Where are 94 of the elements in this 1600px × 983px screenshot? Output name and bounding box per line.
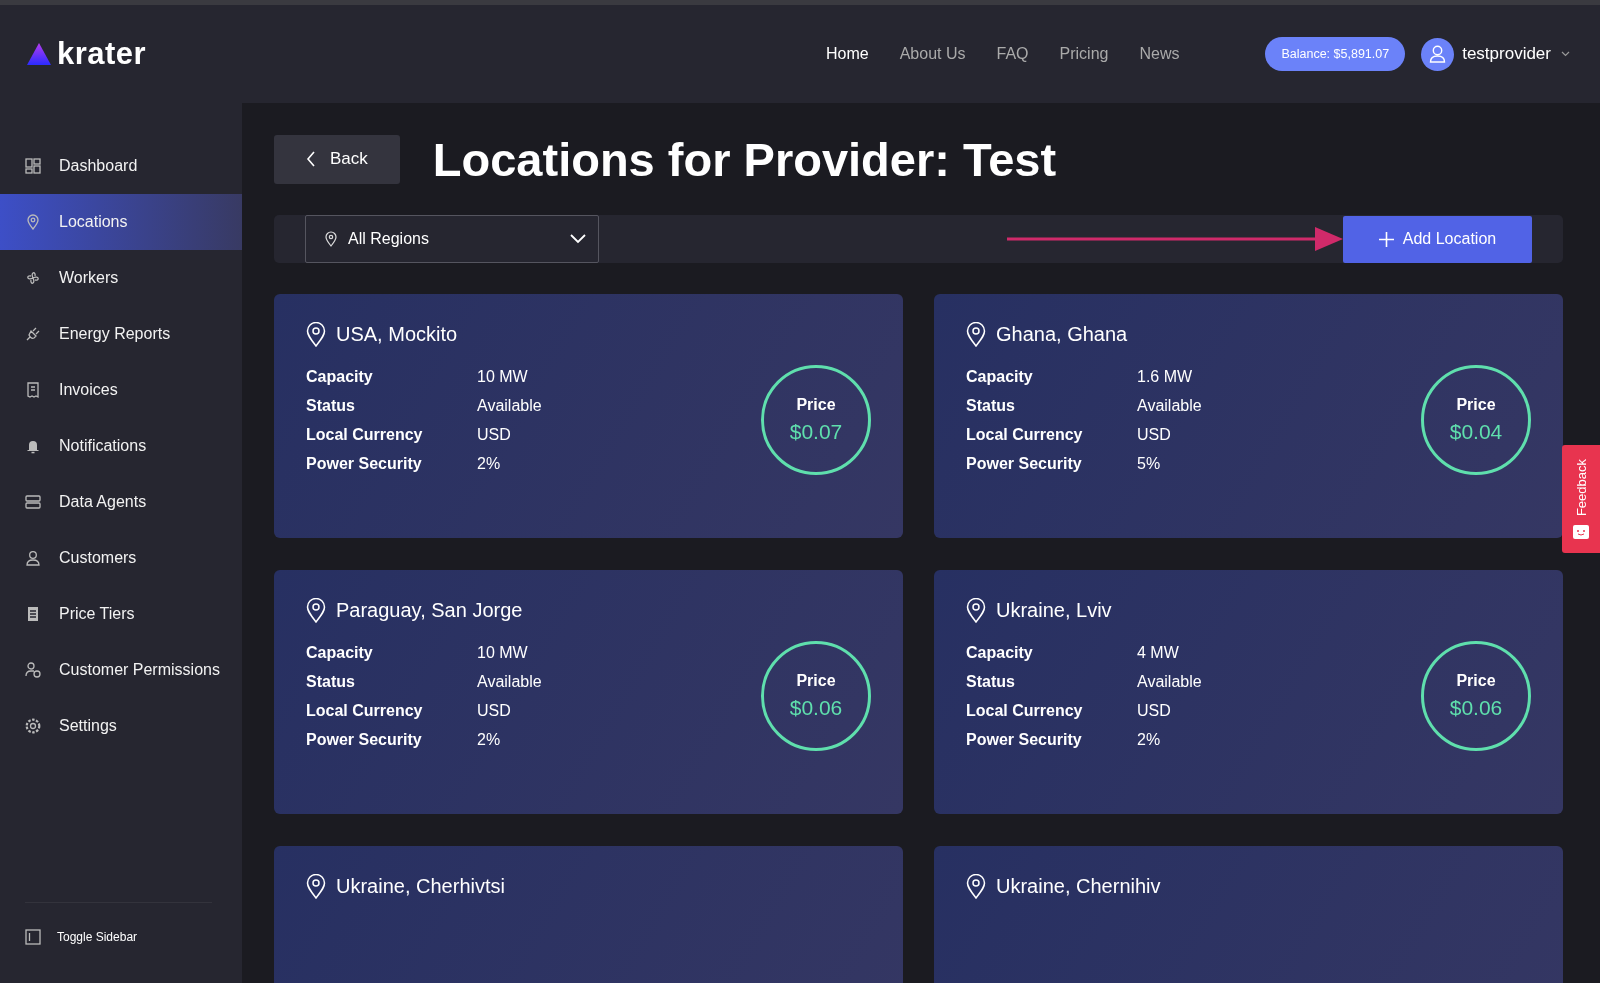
server-icon [24, 493, 42, 511]
sidebar-item[interactable]: Data Agents [0, 474, 242, 530]
price-value: $0.07 [789, 420, 843, 444]
plus-icon [1378, 231, 1394, 247]
price-label: Price [1456, 672, 1496, 690]
map-pin-icon [966, 874, 986, 899]
add-location-button[interactable]: Add Location [1343, 215, 1532, 263]
chat-face-icon [1573, 524, 1589, 539]
field-label: Capacity [306, 367, 374, 386]
brand-logo[interactable]: krater [57, 36, 147, 72]
sidebar-item[interactable]: Dashboard [0, 138, 242, 194]
back-button[interactable]: Back [274, 134, 400, 184]
avatar-icon[interactable] [1421, 37, 1455, 71]
location-name: Paraguay, San Jorge [336, 599, 523, 622]
price-value: $0.06 [789, 696, 843, 720]
location-name: Ukraine, Lviv [996, 599, 1112, 622]
field-value: Available [1137, 396, 1203, 415]
field-value: USD [477, 425, 512, 444]
sidebar-item[interactable]: Workers [0, 250, 242, 306]
field-label: Local Currency [966, 701, 1084, 720]
location-name: Ukraine, Chernihiv [996, 875, 1161, 898]
field-label: Status [966, 396, 1016, 415]
field-value: 4 MW [1137, 643, 1180, 662]
sidebar-item[interactable]: Customers [0, 530, 242, 586]
location-name: Ghana, Ghana [996, 323, 1128, 346]
nav-link[interactable]: Home [826, 45, 869, 63]
user-icon [24, 549, 42, 567]
price-value: $0.04 [1449, 420, 1503, 444]
field-value: Available [477, 672, 543, 691]
field-value: 10 MW [477, 643, 529, 662]
sidebar-icon [25, 929, 41, 945]
field-label: Power Security [966, 730, 1083, 749]
nav-link[interactable]: FAQ [996, 45, 1029, 63]
field-value: USD [1137, 425, 1172, 444]
field-value: USD [1137, 701, 1172, 720]
field-value: 5% [1137, 454, 1162, 473]
toggle-sidebar-button[interactable]: Toggle Sidebar [0, 903, 242, 983]
field-label: Power Security [306, 454, 423, 473]
sidebar-item[interactable]: Notifications [0, 418, 242, 474]
chevron-left-icon [306, 151, 316, 167]
field-value: 2% [1137, 730, 1162, 749]
field-label: Capacity [966, 643, 1034, 662]
fan-icon [24, 269, 42, 287]
field-value: USD [477, 701, 512, 720]
price-value: $0.06 [1449, 696, 1503, 720]
region-dropdown[interactable]: All Regions [305, 215, 599, 263]
logo-icon [27, 43, 51, 65]
location-name: USA, Mockito [336, 323, 458, 346]
field-label: Status [306, 396, 356, 415]
sidebar-item[interactable]: Customer Permissions [0, 642, 242, 698]
sidebar-item[interactable]: Energy Reports [0, 306, 242, 362]
field-label: Status [966, 672, 1016, 691]
field-label: Capacity [306, 643, 374, 662]
field-value: 2% [477, 454, 502, 473]
field-value: 10 MW [477, 367, 529, 386]
field-label: Local Currency [306, 425, 424, 444]
price-label: Price [796, 396, 836, 414]
user-lock-icon [24, 661, 42, 679]
settings-icon [24, 717, 42, 735]
field-label: Status [306, 672, 356, 691]
sidebar-item[interactable]: Price Tiers [0, 586, 242, 642]
field-label: Capacity [966, 367, 1034, 386]
map-pin-icon [966, 322, 986, 347]
user-name[interactable]: testprovider [1462, 44, 1551, 64]
map-pin-icon [306, 874, 326, 899]
map-pin-icon [306, 322, 326, 347]
page-title: Locations for Provider: Test [432, 131, 1057, 187]
field-label: Local Currency [966, 425, 1084, 444]
plug-icon [24, 325, 42, 343]
field-label: Power Security [966, 454, 1083, 473]
map-pin-icon [966, 598, 986, 623]
field-value: Available [477, 396, 543, 415]
price-label: Price [1456, 396, 1496, 414]
sidebar-item[interactable]: Locations [0, 194, 242, 250]
field-value: 1.6 MW [1137, 367, 1194, 386]
sidebar-item[interactable]: Invoices [0, 362, 242, 418]
nav-link[interactable]: News [1139, 45, 1180, 63]
field-value: Available [1137, 672, 1203, 691]
map-pin-icon [24, 213, 42, 231]
nav-link[interactable]: Pricing [1059, 45, 1109, 63]
map-pin-icon [306, 598, 326, 623]
caret-icon[interactable] [1561, 51, 1570, 57]
receipt-icon [24, 381, 42, 399]
nav-link[interactable]: About Us [899, 45, 966, 63]
price-label: Price [796, 672, 836, 690]
dashboard-icon [24, 157, 42, 175]
map-pin-icon [324, 231, 338, 247]
chevron-down-icon [570, 234, 586, 244]
sidebar-item[interactable]: Settings [0, 698, 242, 754]
field-label: Local Currency [306, 701, 424, 720]
location-name: Ukraine, Cherhivtsi [336, 875, 505, 898]
field-value: 2% [477, 730, 502, 749]
feedback-tab[interactable]: Feedback [1562, 445, 1600, 553]
field-label: Power Security [306, 730, 423, 749]
